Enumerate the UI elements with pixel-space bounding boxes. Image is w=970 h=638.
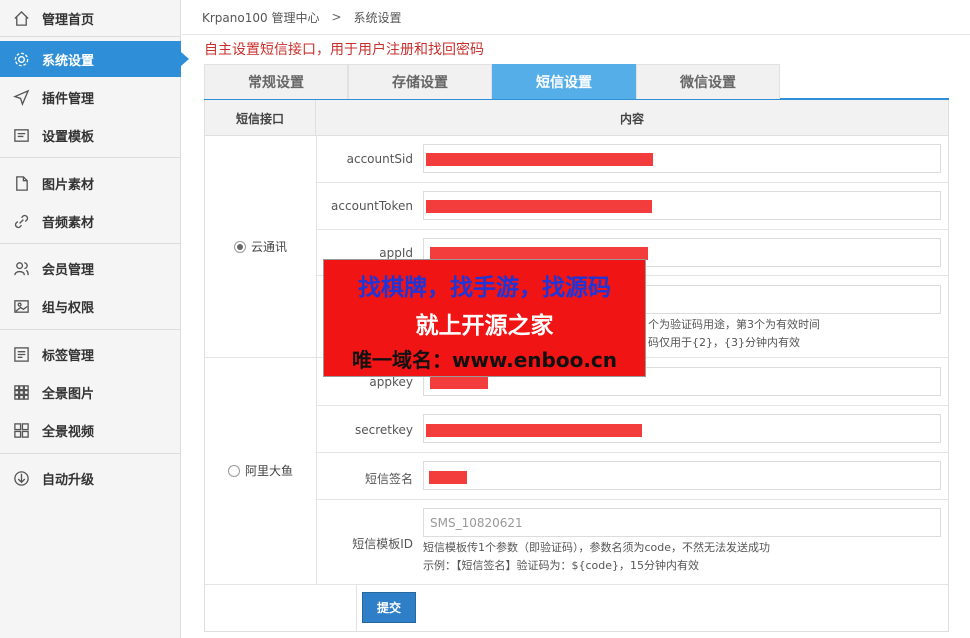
redaction-mark bbox=[430, 376, 488, 389]
column-divider bbox=[356, 584, 357, 632]
sidebar-item-label: 管理首页 bbox=[42, 12, 95, 28]
field-hint: 个为验证码用途，第3个为有效时间 bbox=[648, 318, 820, 331]
file-icon bbox=[12, 174, 30, 192]
tab-general[interactable]: 常规设置 bbox=[204, 64, 348, 99]
sidebar-item-label: 音频素材 bbox=[42, 215, 95, 231]
banner-line-1: 找棋牌，找手游，找源码 bbox=[358, 275, 611, 301]
field-label-appid: appId bbox=[379, 246, 413, 260]
field-hint: 码仅用于{2}，{3}分钟内有效 bbox=[648, 336, 800, 349]
sidebar-item-label: 图片素材 bbox=[42, 177, 95, 193]
provider-name: 阿里大鱼 bbox=[244, 464, 293, 478]
redaction-mark bbox=[426, 200, 652, 213]
sidebar-item-groups[interactable]: 组与权限 bbox=[0, 288, 181, 324]
template-icon bbox=[12, 126, 30, 144]
breadcrumb-separator: > bbox=[331, 10, 342, 24]
list-icon bbox=[12, 345, 30, 363]
sidebar-item-label: 全景图片 bbox=[42, 386, 95, 402]
row-divider bbox=[205, 584, 948, 585]
sidebar-item-label: 标签管理 bbox=[42, 348, 95, 364]
tab-sms[interactable]: 短信设置 bbox=[492, 64, 636, 99]
home-icon bbox=[12, 9, 30, 27]
sms-signature-input[interactable] bbox=[423, 461, 941, 490]
settings-tabs: 常规设置 存储设置 短信设置 微信设置 bbox=[204, 64, 949, 100]
field-label-secretkey: secretkey bbox=[355, 423, 413, 437]
field-hint: 短信模板传1个参数（即验证码），参数名须为code，不然无法发送成功 bbox=[423, 541, 771, 554]
gear-icon bbox=[12, 50, 30, 68]
accounttoken-input[interactable] bbox=[423, 191, 941, 220]
grid-icon bbox=[12, 383, 30, 401]
sidebar-item-templates[interactable]: 设置模板 bbox=[0, 117, 181, 153]
provider-alidayu[interactable]: 阿里大鱼 bbox=[205, 357, 316, 584]
sidebar-item-label: 设置模板 bbox=[42, 129, 95, 145]
sms-template-id-input[interactable]: SMS_10820621 bbox=[423, 508, 941, 537]
link-icon bbox=[12, 212, 30, 230]
banner-line-2: 就上开源之家 bbox=[415, 313, 554, 339]
sidebar-item-images[interactable]: 图片素材 bbox=[0, 165, 181, 201]
users-icon bbox=[12, 259, 30, 277]
accountsid-input[interactable] bbox=[423, 144, 941, 173]
field-label-appkey: appkey bbox=[369, 375, 413, 389]
sidebar-item-plugins[interactable]: 插件管理 bbox=[0, 79, 181, 115]
sidebar-item-system-settings[interactable]: 系统设置 bbox=[0, 41, 189, 77]
provider-yuntongxun[interactable]: 云通讯 bbox=[205, 136, 316, 357]
tab-wechat[interactable]: 微信设置 bbox=[636, 64, 780, 99]
redaction-mark bbox=[429, 471, 467, 484]
field-label-accountsid: accountSid bbox=[346, 152, 413, 166]
field-label-sms-template-id: 短信模板ID bbox=[352, 537, 413, 551]
image-icon bbox=[12, 297, 30, 315]
sidebar-item-label: 系统设置 bbox=[42, 53, 95, 69]
sidebar-item-label: 自动升级 bbox=[42, 472, 95, 488]
breadcrumb-root[interactable]: Krpano100 管理中心 bbox=[202, 9, 319, 26]
sidebar-item-label: 组与权限 bbox=[42, 300, 95, 316]
redaction-mark bbox=[426, 153, 653, 166]
page-description: 自主设置短信接口，用于用户注册和找回密码 bbox=[204, 42, 484, 58]
column-header-content: 内容 bbox=[619, 111, 644, 126]
sidebar-item-label: 会员管理 bbox=[42, 262, 95, 278]
submit-button[interactable]: 提交 bbox=[362, 592, 416, 623]
sidebar-item-label: 全景视频 bbox=[42, 424, 95, 440]
sidebar-item-home[interactable]: 管理首页 bbox=[0, 0, 181, 36]
divider bbox=[0, 157, 181, 158]
secretkey-input[interactable] bbox=[423, 414, 941, 443]
sidebar-item-panorama-images[interactable]: 全景图片 bbox=[0, 374, 181, 410]
row-divider bbox=[317, 182, 948, 183]
row-divider bbox=[317, 499, 948, 500]
sidebar-item-auto-upgrade[interactable]: 自动升级 bbox=[0, 460, 181, 496]
field-label-accounttoken: accountToken bbox=[331, 199, 413, 213]
divider bbox=[0, 453, 181, 454]
breadcrumb-current: 系统设置 bbox=[353, 10, 402, 25]
row-divider bbox=[317, 405, 948, 406]
ad-banner: 找棋牌，找手游，找源码 就上开源之家 唯一域名：www.enboo.cn bbox=[323, 259, 646, 377]
provider-radio[interactable] bbox=[227, 464, 240, 477]
sidebar: 管理首页 系统设置 插件管理 设置模板 图片素材 音频素材 会员管理 组与权限 … bbox=[0, 0, 189, 638]
column-header-interface: 短信接口 bbox=[205, 100, 316, 136]
row-divider bbox=[317, 452, 948, 453]
provider-name: 云通讯 bbox=[250, 240, 287, 254]
send-icon bbox=[12, 88, 30, 106]
table-header: 短信接口 内容 bbox=[205, 100, 948, 136]
divider bbox=[0, 329, 181, 330]
sidebar-item-audio[interactable]: 音频素材 bbox=[0, 203, 181, 239]
divider bbox=[0, 243, 181, 244]
download-icon bbox=[12, 469, 30, 487]
breadcrumb: Krpano100 管理中心 > 系统设置 bbox=[182, 0, 970, 35]
field-hint: 示例：【短信签名】验证码为：${code}，15分钟内有效 bbox=[423, 559, 700, 572]
provider-radio[interactable] bbox=[233, 240, 246, 253]
apps-icon bbox=[12, 421, 30, 439]
banner-line-3: 唯一域名：www.enboo.cn bbox=[351, 348, 618, 372]
tab-storage[interactable]: 存储设置 bbox=[348, 64, 492, 99]
field-label-sms-signature: 短信签名 bbox=[364, 472, 413, 486]
sidebar-item-tags[interactable]: 标签管理 bbox=[0, 336, 181, 372]
row-divider bbox=[317, 229, 948, 230]
divider bbox=[0, 36, 181, 37]
sidebar-item-panorama-videos[interactable]: 全景视频 bbox=[0, 412, 181, 448]
sidebar-item-members[interactable]: 会员管理 bbox=[0, 250, 181, 286]
redaction-mark bbox=[426, 424, 642, 437]
sidebar-item-label: 插件管理 bbox=[42, 91, 95, 107]
